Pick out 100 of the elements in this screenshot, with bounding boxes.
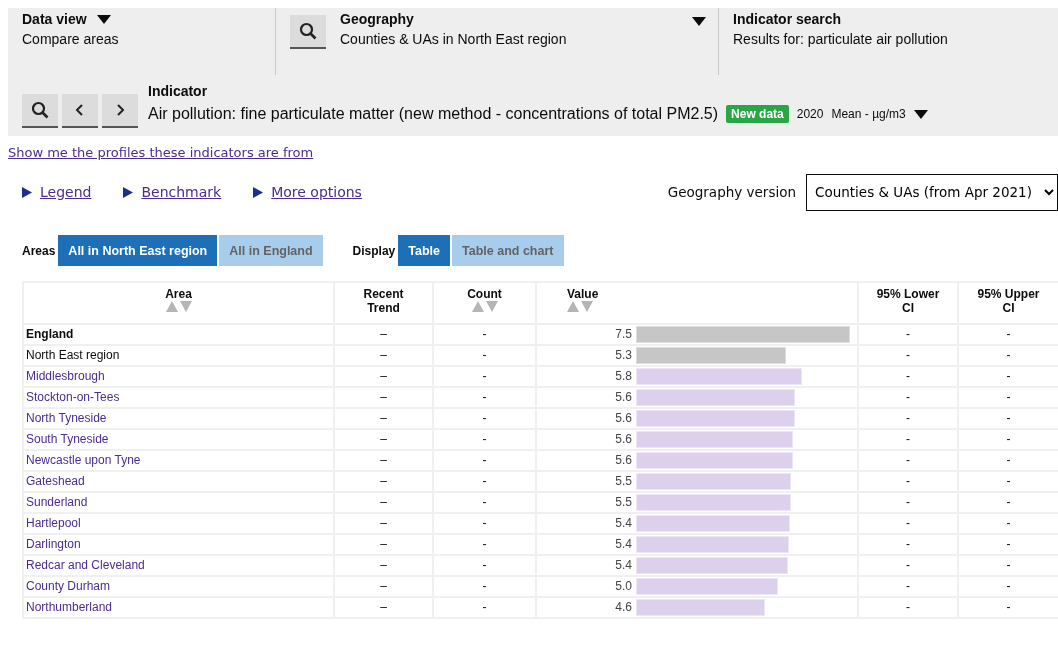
lower-ci-cell: -: [906, 537, 910, 551]
lower-ci-cell: -: [906, 474, 910, 488]
areas-option[interactable]: All in England: [219, 235, 323, 266]
value-cell: 5.6: [615, 390, 632, 404]
upper-ci-cell: -: [1006, 348, 1011, 362]
value-cell: 5.4: [615, 558, 632, 572]
upper-ci-cell: -: [1006, 537, 1011, 551]
lower-ci-cell: -: [906, 558, 910, 572]
upper-ci-cell: -: [1006, 600, 1011, 614]
area-link[interactable]: Sunderland: [26, 495, 88, 509]
area-link[interactable]: Hartlepool: [26, 516, 81, 530]
column-header: Recent Trend: [362, 287, 405, 315]
trend-cell: –: [380, 432, 387, 446]
new-data-badge: New data: [726, 105, 789, 123]
indicator-label: Indicator: [148, 83, 209, 99]
indicator-search-value[interactable]: Results for: particulate air pollution: [733, 31, 1036, 47]
area-link[interactable]: Middlesbrough: [26, 369, 105, 383]
trend-cell: –: [380, 558, 387, 572]
geography-label: Geography: [340, 11, 415, 27]
trend-cell: –: [380, 474, 387, 488]
expand-triangle-icon: [123, 186, 134, 198]
upper-ci-cell: -: [1006, 558, 1011, 572]
count-cell: -: [482, 558, 487, 572]
lower-ci-cell: -: [906, 516, 910, 530]
display-label: Display: [352, 243, 396, 258]
column-header[interactable]: Count: [467, 287, 502, 301]
lower-ci-cell: -: [906, 411, 910, 425]
area-link[interactable]: South Tyneside: [26, 432, 109, 446]
value-cell: 4.6: [615, 600, 632, 614]
dropdown-caret-icon: [913, 109, 928, 119]
display-option[interactable]: Table: [398, 235, 451, 266]
search-button[interactable]: [290, 15, 326, 49]
chevron-right-icon: [115, 104, 125, 116]
unit-label: Mean - µg/m3: [831, 107, 906, 121]
count-cell: -: [482, 495, 487, 509]
value-cell: 5.4: [615, 516, 632, 530]
count-cell: -: [482, 579, 487, 593]
value-cell: 5.4: [615, 537, 632, 551]
areas-option[interactable]: All in North East region: [58, 235, 218, 266]
value-cell: 5.6: [615, 453, 632, 467]
count-cell: -: [482, 600, 487, 614]
geography-version-select[interactable]: Counties & UAs (from Apr 2021): [806, 173, 1058, 211]
upper-ci-cell: -: [1006, 432, 1011, 446]
expand-triangle-icon: [22, 186, 32, 198]
upper-ci-cell: -: [1006, 516, 1011, 530]
area-link[interactable]: Gateshead: [26, 474, 85, 488]
next-button[interactable]: [102, 94, 138, 128]
dropdown-caret-icon: [692, 17, 706, 26]
upper-ci-cell: -: [1006, 411, 1011, 425]
column-header[interactable]: Value: [567, 287, 599, 301]
trend-cell: –: [380, 369, 387, 383]
upper-ci-cell: -: [1006, 495, 1011, 509]
toggle-link[interactable]: Benchmark: [141, 184, 222, 200]
trend-cell: –: [380, 453, 387, 467]
value-cell: 5.6: [615, 411, 632, 425]
data-view-value[interactable]: Compare areas: [22, 31, 261, 47]
trend-cell: –: [380, 495, 387, 509]
lower-ci-cell: -: [906, 453, 910, 467]
toggle-link[interactable]: More options: [271, 184, 362, 200]
value-cell: 5.3: [615, 348, 632, 362]
geography-value[interactable]: Counties & UAs in North East region: [340, 31, 567, 47]
column-header: 95% Lower CI: [875, 287, 941, 315]
count-cell: -: [482, 453, 487, 467]
column-header[interactable]: Area: [165, 287, 192, 301]
lower-ci-cell: -: [906, 348, 910, 362]
upper-ci-cell: -: [1006, 390, 1011, 404]
count-cell: -: [482, 432, 487, 446]
count-cell: -: [482, 474, 487, 488]
lower-ci-cell: -: [906, 579, 910, 593]
trend-cell: –: [380, 537, 387, 551]
lower-ci-cell: -: [906, 495, 910, 509]
search-icon: [299, 22, 317, 40]
count-cell: -: [482, 411, 487, 425]
count-cell: -: [482, 348, 487, 362]
trend-cell: –: [380, 600, 387, 614]
area-link[interactable]: Northumberland: [26, 600, 113, 614]
value-cell: 5.6: [615, 432, 632, 446]
count-cell: -: [482, 537, 487, 551]
lower-ci-cell: -: [906, 327, 910, 341]
area-link[interactable]: North Tyneside: [26, 411, 107, 425]
indicator-name[interactable]: Air pollution: fine particulate matter (new method - concentrations of total PM2.5): [148, 105, 719, 123]
chevron-left-icon: [75, 104, 85, 116]
area-link[interactable]: Darlington: [26, 537, 81, 551]
toggle-link[interactable]: Legend: [40, 184, 92, 200]
profiles-link[interactable]: Show me the profiles these indicators are from: [8, 145, 314, 160]
area-link[interactable]: County Durham: [26, 579, 111, 593]
count-cell: -: [482, 516, 487, 530]
search-button[interactable]: [22, 94, 58, 128]
value-cell: 5.8: [615, 369, 632, 383]
value-cell: 7.5: [615, 327, 632, 341]
display-option[interactable]: Table and chart: [452, 235, 564, 266]
value-cell: 5.5: [615, 474, 632, 488]
area-name: North East region: [26, 348, 120, 362]
lower-ci-cell: -: [906, 390, 910, 404]
indicator-search-label: Indicator search: [733, 11, 843, 27]
upper-ci-cell: -: [1006, 474, 1011, 488]
trend-cell: –: [380, 516, 387, 530]
trend-cell: –: [380, 390, 387, 404]
previous-button[interactable]: [62, 94, 98, 128]
lower-ci-cell: -: [906, 432, 910, 446]
